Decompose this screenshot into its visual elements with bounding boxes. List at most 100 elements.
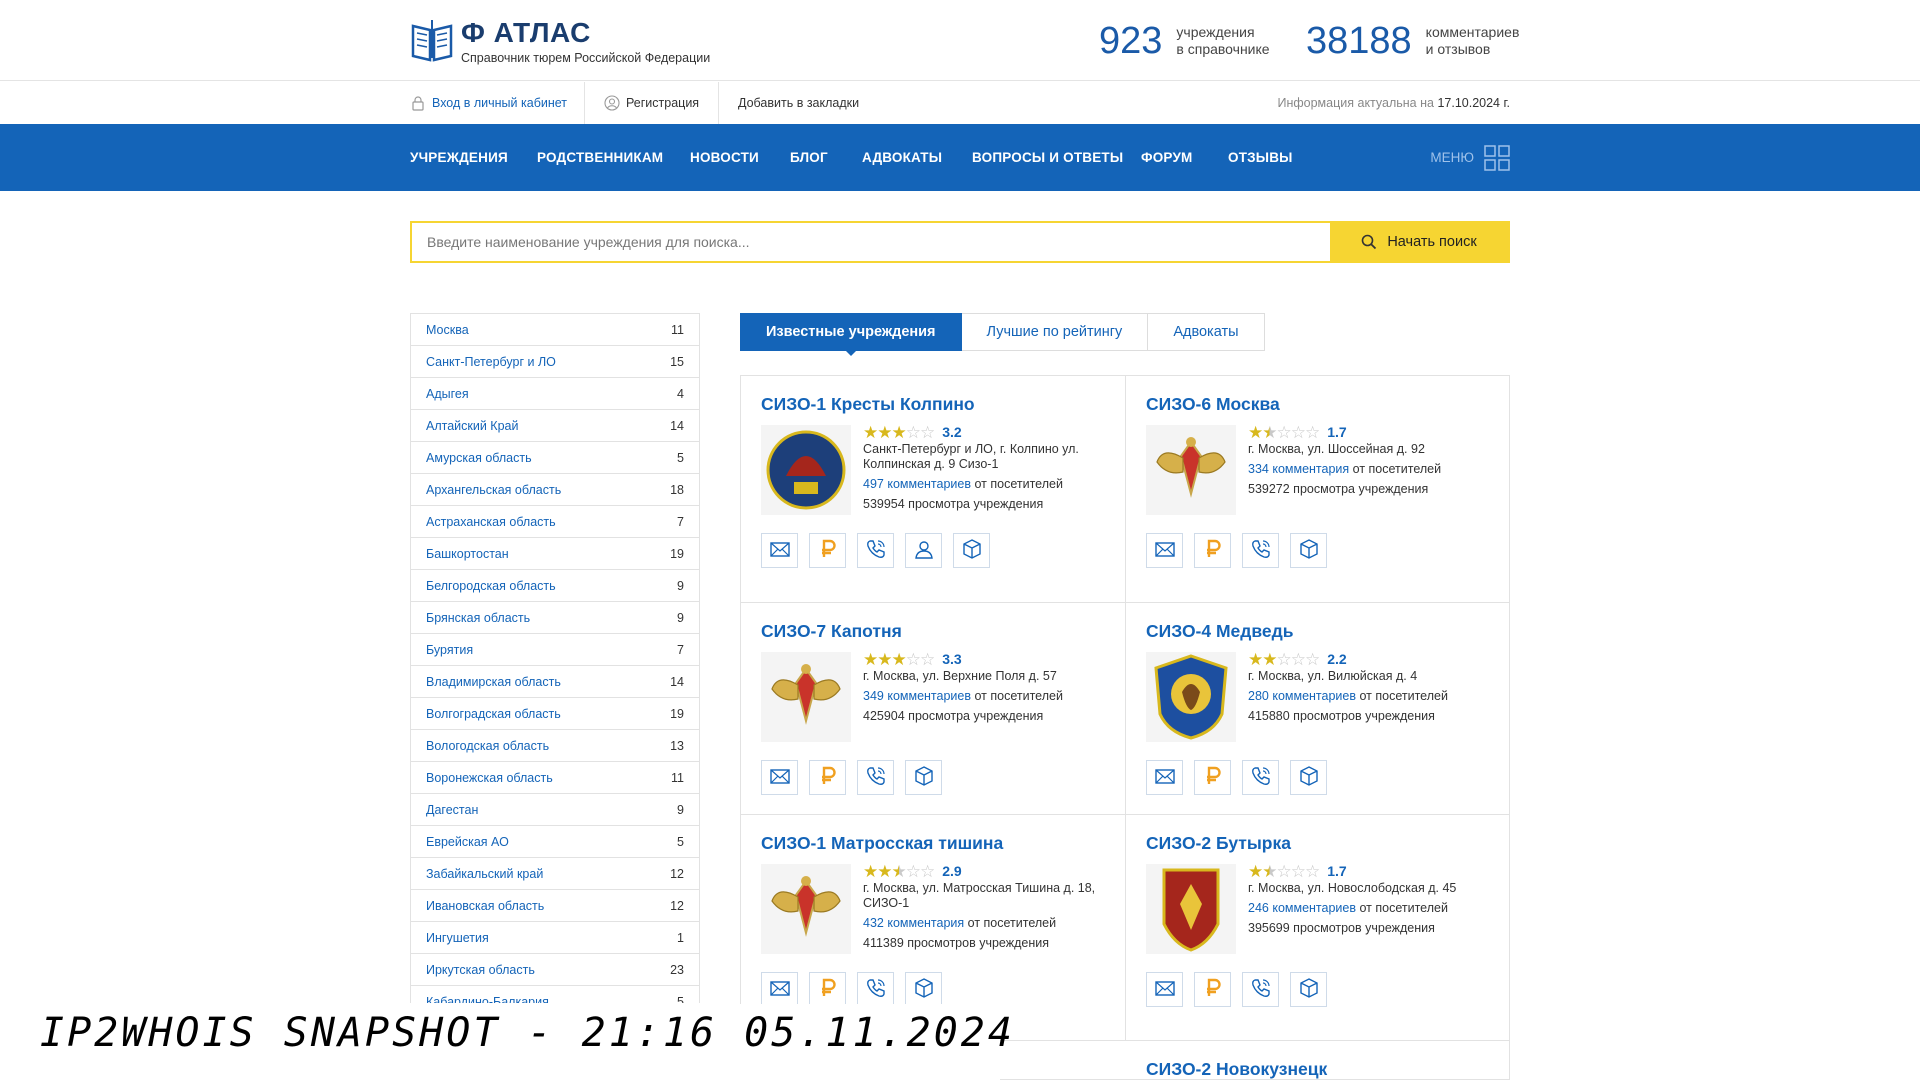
- ruble-button[interactable]: [809, 533, 846, 568]
- comments-link[interactable]: 280 комментариев: [1248, 689, 1356, 703]
- parcel-button[interactable]: [953, 533, 990, 568]
- nav-reviews[interactable]: ОТЗЫВЫ: [1228, 124, 1293, 191]
- region-count: 15: [670, 354, 684, 369]
- bookmark-link[interactable]: Добавить в закладки: [738, 82, 859, 124]
- region-count: 5: [677, 994, 684, 1004]
- parcel-button[interactable]: [905, 972, 942, 1007]
- menu-button[interactable]: МЕНЮ: [1430, 124, 1510, 191]
- comments-link[interactable]: 334 комментария: [1248, 462, 1349, 476]
- ruble-button[interactable]: [809, 760, 846, 795]
- register-link[interactable]: Регистрация: [604, 82, 699, 124]
- institution-card: СИЗО-2 Новокузнецк: [1126, 1041, 1509, 1079]
- tab-known-institutions[interactable]: Известные учреждения: [740, 313, 962, 356]
- region-item[interactable]: Волгоградская область 19: [411, 698, 699, 730]
- action-buttons: [761, 972, 1105, 1007]
- rating: ★★★☆☆ 3.3: [863, 650, 1063, 669]
- mail-button[interactable]: [1146, 760, 1183, 795]
- institution-emblem[interactable]: [1146, 864, 1236, 954]
- institution-title[interactable]: СИЗО-2 Бутырка: [1146, 833, 1491, 854]
- nav-institutions[interactable]: УЧРЕЖДЕНИЯ: [410, 124, 508, 191]
- nav-qa[interactable]: ВОПРОСЫ И ОТВЕТЫ: [972, 124, 1123, 191]
- rating: ★★☆☆☆ 1.7: [1248, 424, 1441, 441]
- search-button[interactable]: Начать поиск: [1330, 223, 1508, 261]
- institution-title[interactable]: СИЗО-7 Капотня: [761, 621, 1105, 642]
- login-label: Вход в личный кабинет: [432, 96, 567, 110]
- region-item[interactable]: Ингушетия 1: [411, 922, 699, 954]
- phone-button[interactable]: [857, 972, 894, 1007]
- comments-link[interactable]: 246 комментариев: [1248, 901, 1356, 915]
- region-item[interactable]: Адыгея 4: [411, 378, 699, 410]
- nav-lawyers[interactable]: АДВОКАТЫ: [862, 124, 942, 191]
- visitor-icon: [913, 538, 935, 564]
- login-link[interactable]: Вход в личный кабинет: [410, 82, 567, 124]
- institution-emblem[interactable]: [1146, 425, 1236, 515]
- phone-icon: [1250, 977, 1272, 1003]
- ruble-button[interactable]: [1194, 972, 1231, 1007]
- region-item[interactable]: Белгородская область 9: [411, 570, 699, 602]
- region-item[interactable]: Вологодская область 13: [411, 730, 699, 762]
- region-item[interactable]: Ивановская область 12: [411, 890, 699, 922]
- region-item[interactable]: Бурятия 7: [411, 634, 699, 666]
- institution-title[interactable]: СИЗО-1 Кресты Колпино: [761, 394, 1105, 415]
- book-logo-icon: [411, 20, 453, 62]
- parcel-button[interactable]: [1290, 533, 1327, 568]
- phone-button[interactable]: [857, 760, 894, 795]
- ruble-button[interactable]: [809, 972, 846, 1007]
- parcel-button[interactable]: [1290, 972, 1327, 1007]
- institution-emblem[interactable]: [761, 652, 851, 742]
- comments-link[interactable]: 497 комментариев: [863, 477, 971, 491]
- parcel-button[interactable]: [1290, 760, 1327, 795]
- tab-lawyers[interactable]: Адвокаты: [1147, 313, 1265, 351]
- institution-title[interactable]: СИЗО-2 Новокузнецк: [1146, 1059, 1491, 1079]
- parcel-button[interactable]: [905, 760, 942, 795]
- nav-forum[interactable]: ФОРУМ: [1141, 124, 1193, 191]
- nav-news[interactable]: НОВОСТИ: [690, 124, 759, 191]
- region-name: Волгоградская область: [426, 706, 561, 721]
- phone-button[interactable]: [1242, 972, 1279, 1007]
- region-item[interactable]: Дагестан 9: [411, 794, 699, 826]
- institution-title[interactable]: СИЗО-1 Матросская тишина: [761, 833, 1105, 854]
- site-logo[interactable]: Ф АТЛАС Справочник тюрем Российской Феде…: [410, 18, 710, 65]
- tab-best-rated[interactable]: Лучшие по рейтингу: [960, 313, 1149, 351]
- mail-button[interactable]: [1146, 533, 1183, 568]
- main-nav: УЧРЕЖДЕНИЯ РОДСТВЕННИКАМ НОВОСТИ БЛОГ АД…: [0, 124, 1920, 191]
- comments-link[interactable]: 349 комментариев: [863, 689, 971, 703]
- search-input[interactable]: [412, 223, 1330, 261]
- institution-emblem[interactable]: [761, 864, 851, 954]
- visitor-button[interactable]: [905, 533, 942, 568]
- comments-link[interactable]: 432 комментария: [863, 916, 964, 930]
- region-item[interactable]: Башкортостан 19: [411, 538, 699, 570]
- mail-button[interactable]: [761, 972, 798, 1007]
- phone-button[interactable]: [1242, 533, 1279, 568]
- nav-blog[interactable]: БЛОГ: [790, 124, 828, 191]
- institution-emblem[interactable]: [761, 425, 851, 515]
- mail-button[interactable]: [761, 533, 798, 568]
- phone-button[interactable]: [857, 533, 894, 568]
- region-item[interactable]: Архангельская область 18: [411, 474, 699, 506]
- institution-title[interactable]: СИЗО-4 Медведь: [1146, 621, 1491, 642]
- region-item[interactable]: Амурская область 5: [411, 442, 699, 474]
- region-item[interactable]: Кабардино-Балкария 5: [411, 986, 699, 1004]
- institution-emblem[interactable]: [1146, 652, 1236, 742]
- region-item[interactable]: Алтайский Край 14: [411, 410, 699, 442]
- ruble-button[interactable]: [1194, 533, 1231, 568]
- institution-card: СИЗО-1 Кресты Колпино ★★★☆☆ 3.2 Санкт-Петер…: [741, 376, 1126, 603]
- mail-button[interactable]: [761, 760, 798, 795]
- region-item[interactable]: Москва 11: [411, 314, 699, 346]
- region-count: 12: [670, 898, 684, 913]
- mail-button[interactable]: [1146, 972, 1183, 1007]
- nav-relatives[interactable]: РОДСТВЕННИКАМ: [537, 124, 663, 191]
- region-item[interactable]: Владимирская область 14: [411, 666, 699, 698]
- ruble-button[interactable]: [1194, 760, 1231, 795]
- region-item[interactable]: Еврейская АО 5: [411, 826, 699, 858]
- institution-title[interactable]: СИЗО-6 Москва: [1146, 394, 1491, 415]
- region-item[interactable]: Забайкальский край 12: [411, 858, 699, 890]
- region-item[interactable]: Санкт-Петербург и ЛО 15: [411, 346, 699, 378]
- info-date: Информация актуальна на 17.10.2024 г.: [1277, 82, 1510, 124]
- region-item[interactable]: Брянская область 9: [411, 602, 699, 634]
- region-item[interactable]: Воронежская область 11: [411, 762, 699, 794]
- phone-button[interactable]: [1242, 760, 1279, 795]
- region-item[interactable]: Иркутская область 23: [411, 954, 699, 986]
- star-rating-icon: ★★★☆☆: [863, 650, 935, 669]
- region-item[interactable]: Астраханская область 7: [411, 506, 699, 538]
